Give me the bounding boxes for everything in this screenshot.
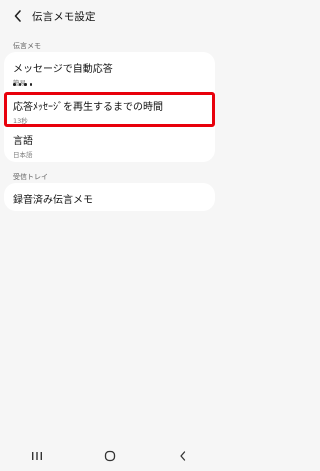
chevron-left-icon — [14, 10, 21, 22]
home-icon — [104, 450, 115, 462]
setting-auto-reply-value: 簡易 — [13, 77, 215, 87]
setting-recorded-messages-title: 録音済み伝言メモ — [13, 195, 93, 206]
page-title: 伝言メモ設定 — [32, 10, 96, 23]
home-button[interactable] — [95, 444, 125, 468]
setting-playback-delay-value: 13秒 — [13, 117, 28, 125]
setting-recorded-messages[interactable]: 録音済み伝言メモ — [4, 191, 215, 207]
recent-apps-icon — [31, 452, 42, 460]
setting-auto-reply[interactable]: メッセージで自動応答 簡易 — [4, 60, 215, 88]
app-bar: 伝言メモ設定 — [0, 0, 219, 32]
setting-language[interactable]: 言語 日本語 — [4, 132, 215, 160]
recent-apps-button[interactable] — [22, 444, 52, 468]
setting-language-title: 言語 — [13, 136, 33, 147]
navigation-bar — [0, 441, 219, 471]
settings-card-inbox: 録音済み伝言メモ — [4, 183, 215, 211]
back-nav-button[interactable] — [168, 444, 198, 468]
setting-auto-reply-title: メッセージで自動応答 — [13, 64, 113, 75]
section-label-message: 伝言メモ — [13, 42, 41, 50]
back-button[interactable] — [6, 4, 30, 28]
back-icon — [179, 451, 185, 461]
section-label-inbox: 受信トレイ — [13, 173, 48, 181]
setting-language-value: 日本語 — [13, 151, 33, 159]
page-indicator-dots — [13, 83, 32, 86]
setting-playback-delay[interactable]: 応答ﾒｯｾｰｼﾞを再生するまでの時間 13秒 — [4, 92, 215, 127]
setting-playback-delay-title: 応答ﾒｯｾｰｼﾞを再生するまでの時間 — [13, 102, 163, 113]
